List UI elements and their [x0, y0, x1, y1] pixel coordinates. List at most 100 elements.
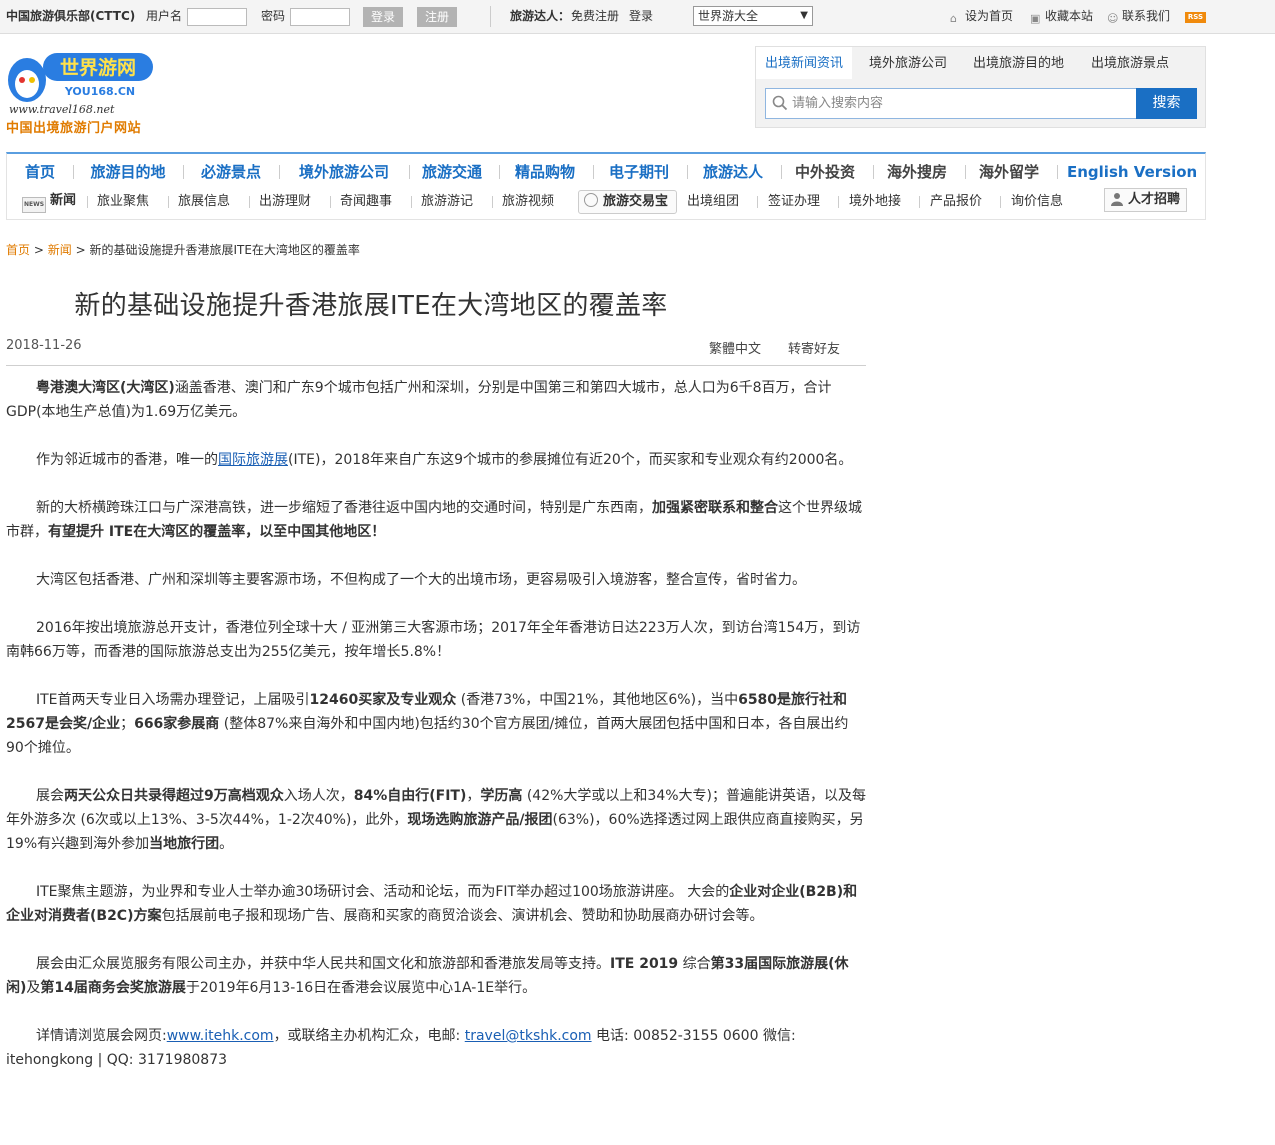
text: (香港73%，中国21%，其他地区6%)，当中 [456, 692, 739, 708]
article-body: 粤港澳大湾区(大湾区)涵盖香港、澳门和广东9个城市包括广州和深圳，分别是中国第三… [6, 376, 866, 1096]
text: 展会由汇众展览服务有限公司主办，并获中华人民共和国文化和旅游部和香港旅发局等支持… [36, 956, 610, 972]
search-icon [772, 95, 788, 111]
nav-destinations[interactable]: 旅游目的地 [85, 161, 171, 183]
search-tab-destinations[interactable]: 出境旅游目的地 [973, 47, 1064, 79]
paragraph-5: 2016年按出境旅游总开支计，香港位列全球十大 / 亚洲第三大客源市场；2017… [6, 620, 861, 660]
ite-website-link[interactable]: www.itehk.com [167, 1028, 274, 1044]
text: ITE首两天专业日入场需办理登记，上届吸引 [36, 692, 310, 708]
bold-text: 加强紧密联系和整合 [652, 500, 778, 516]
ite-link[interactable]: 国际旅游展 [218, 452, 288, 468]
nav-study-abroad[interactable]: 海外留学 [973, 161, 1045, 183]
nav-must-see[interactable]: 必游景点 [195, 161, 267, 183]
rss-icon[interactable]: RSS [1185, 12, 1206, 23]
logo-tagline: 中国出境旅游门户网站 [6, 121, 142, 136]
contact-icon: ☺ [1107, 12, 1119, 25]
breadcrumb-news[interactable]: 新闻 [48, 243, 72, 257]
news-icon: NEWS [22, 197, 46, 213]
add-favorite-link[interactable]: ▣ 收藏本站 [1030, 0, 1093, 33]
talent-label: 旅游达人： [510, 9, 571, 23]
search-panel: 出境新闻资讯 境外旅游公司 出境旅游目的地 出境旅游景点 请输入搜索内容 搜索 [755, 46, 1206, 128]
forward-to-friend-link[interactable]: 转寄好友 [788, 338, 840, 357]
paragraph-3: 新的大桥横跨珠江口与广深港高铁，进一步缩短了香港往返中国内地的交通时间，特别是广… [6, 496, 866, 544]
article-title: 新的基础设施提升香港旅展ITE在大湾地区的覆盖率 [6, 285, 866, 322]
nav-sub-ground-handling[interactable]: 境外地接 [849, 192, 901, 212]
nav-travel-experts[interactable]: 旅游达人 [697, 161, 769, 183]
bold-text: 84%自由行(FIT) [353, 788, 467, 804]
home-icon: ⌂ [950, 12, 957, 25]
nav-travel-companies[interactable]: 境外旅游公司 [291, 161, 397, 183]
free-register-link[interactable]: 免费注册 [571, 0, 619, 33]
add-favorite-label: 收藏本站 [1045, 9, 1094, 23]
username-input[interactable] [187, 8, 247, 26]
topbar-divider [490, 6, 491, 27]
text: 新的大桥横跨珠江口与广深港高铁，进一步缩短了香港往返中国内地的交通时间，特别是广… [36, 500, 652, 516]
trade-tag-label: 旅游交易宝 [603, 194, 669, 209]
text: 包括展前电子报和现场广告、展商和买家的商贸洽谈会、演讲机会、赞助和协助展商办研讨… [161, 908, 764, 924]
bookmark-icon: ▣ [1030, 12, 1041, 25]
logo-url: www.travel168.net [9, 103, 115, 116]
text: ITE聚焦主题游，为业界和专业人士举办逾30场研讨会、活动和论坛，而为FIT举办… [36, 884, 730, 900]
bold-text: 666家参展商 [134, 716, 220, 732]
nav-home[interactable]: 首页 [19, 161, 61, 183]
jobs-tag-label: 人才招聘 [1128, 192, 1181, 207]
news-tag-label: 新闻 [50, 193, 77, 208]
nav-sub-visa[interactable]: 签证办理 [768, 192, 820, 212]
nav-sub-expo-info[interactable]: 旅展信息 [178, 192, 230, 212]
nav-investment[interactable]: 中外投资 [789, 161, 861, 183]
text: ，或联络主办机构汇众，电邮: [273, 1028, 465, 1044]
contact-link[interactable]: ☺ 联系我们 [1107, 0, 1170, 33]
nav-sub-outbound-groups[interactable]: 出境组团 [687, 192, 739, 212]
search-tab-news[interactable]: 出境新闻资讯 [756, 47, 853, 79]
bold-text: 当地旅行团 [149, 836, 220, 852]
breadcrumb-home[interactable]: 首页 [6, 243, 30, 257]
nav-sub-odd-news[interactable]: 奇闻趣事 [340, 192, 392, 212]
register-button[interactable]: 注册 [417, 7, 457, 27]
nav-sub-industry-focus[interactable]: 旅业聚焦 [97, 192, 149, 212]
nav-sub-quotes[interactable]: 产品报价 [930, 192, 982, 212]
bold-text: ITE 2019 [610, 956, 679, 972]
text: 及 [26, 980, 41, 996]
nav-sub-travelogues[interactable]: 旅游游记 [421, 192, 473, 212]
password-input[interactable] [290, 8, 350, 26]
person-icon [1111, 193, 1123, 206]
trade-icon [584, 193, 598, 207]
nav-english-version[interactable]: English Version [1067, 161, 1197, 183]
search-input[interactable]: 请输入搜索内容 [765, 88, 1137, 119]
traditional-chinese-link[interactable]: 繁體中文 [709, 338, 761, 357]
set-homepage-link[interactable]: ⌂ 设为首页 [950, 0, 1013, 33]
main-navigation: 首页 旅游目的地 必游景点 境外旅游公司 旅游交通 精品购物 电子期刊 旅游达人… [6, 152, 1206, 220]
nav-shopping[interactable]: 精品购物 [509, 161, 581, 183]
news-section-tag[interactable]: NEWS 新闻 [22, 190, 77, 213]
nav-sub-videos[interactable]: 旅游视频 [502, 192, 554, 212]
nav-sub-inquiries[interactable]: 询价信息 [1011, 192, 1063, 212]
top-bar: 中国旅游俱乐部(CTTC) 用户名 密码 登录 注册 旅游达人： 免费注册 登录… [0, 0, 1275, 34]
paragraph-10: 详情请浏览展会网页:www.itehk.com，或联络主办机构汇众，电邮: tr… [6, 1024, 866, 1072]
search-tab-attractions[interactable]: 出境旅游景点 [1091, 47, 1169, 79]
text: 。 [219, 836, 234, 852]
club-name: 中国旅游俱乐部(CTTC) [6, 9, 136, 23]
email-link[interactable]: travel@tkshk.com [465, 1028, 592, 1044]
logo-domain: YOU168.CN [64, 85, 135, 98]
text: 综合 [678, 956, 711, 972]
search-button[interactable]: 搜索 [1136, 88, 1197, 119]
nav-sub-travel-finance[interactable]: 出游理财 [259, 192, 311, 212]
bold-text: 第14届商务会奖旅游展 [40, 980, 186, 996]
breadcrumb: 首页 > 新闻 > 新的基础设施提升香港旅展ITE在大湾地区的覆盖率 [6, 240, 360, 260]
text: ， [466, 788, 481, 804]
paragraph-4: 大湾区包括香港、广州和深圳等主要客源市场，不但构成了一个大的出境市场，更容易吸引… [36, 572, 806, 588]
search-tab-companies[interactable]: 境外旅游公司 [869, 47, 947, 79]
paragraph-7: 展会两天公众日共录得超过9万高档观众入场人次，84%自由行(FIT)，学历高 (… [6, 784, 866, 856]
text: 入场人次， [283, 788, 354, 804]
talent-login-link[interactable]: 登录 [629, 0, 653, 33]
login-button[interactable]: 登录 [363, 7, 403, 27]
site-select-dropdown[interactable]: 世界游大全 ▼ [693, 6, 813, 26]
trade-section-tag[interactable]: 旅游交易宝 [578, 190, 678, 214]
nav-transport[interactable]: 旅游交通 [417, 161, 487, 183]
text: 作为邻近城市的香港，唯一的 [36, 452, 218, 468]
article-divider [6, 365, 866, 366]
jobs-section-tag[interactable]: 人才招聘 [1104, 188, 1188, 212]
text: ； [120, 716, 135, 732]
nav-overseas-property[interactable]: 海外搜房 [881, 161, 953, 183]
nav-ejournal[interactable]: 电子期刊 [603, 161, 675, 183]
text: 展会 [36, 788, 64, 804]
